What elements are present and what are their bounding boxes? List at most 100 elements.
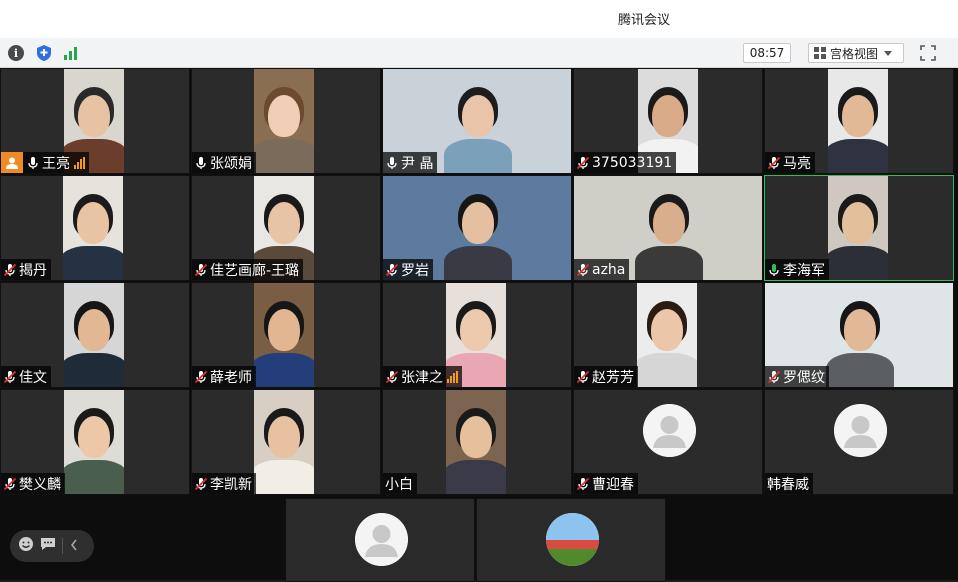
participant-name-tag: 佳文 (1, 366, 51, 387)
participant-name: 375033191 (592, 154, 673, 171)
microphone-muted-icon (767, 370, 781, 384)
participant-tile[interactable]: 小白 (382, 389, 572, 495)
participant-name-tag: 赵芳芳 (574, 366, 638, 387)
participant-tile[interactable]: 375033191 (573, 68, 763, 174)
microphone-muted-icon (194, 263, 208, 277)
participant-name-tag: 罗偲纹 (765, 366, 829, 387)
participant-tile[interactable]: 赵芳芳 (573, 282, 763, 388)
participant-name: 佳文 (19, 369, 47, 386)
participant-tile[interactable]: 韩春威 (764, 389, 954, 495)
participant-video (64, 283, 124, 387)
participant-video (828, 69, 888, 173)
participant-tile[interactable]: 薛老师 (191, 282, 381, 388)
participant-video (64, 390, 124, 494)
microphone-icon (26, 156, 40, 170)
participant-name: 佳艺画廊-王璐 (210, 262, 300, 279)
participant-name-tag: 韩春威 (765, 473, 813, 494)
participant-tile[interactable]: 马亮 (764, 68, 954, 174)
microphone-muted-icon (385, 263, 399, 277)
participant-tile[interactable]: azha (573, 175, 763, 281)
participant-name-tag: 佳艺画廊-王璐 (192, 259, 304, 280)
participant-tile[interactable]: 樊义麟 (0, 389, 190, 495)
participant-name: 揭丹 (19, 262, 47, 279)
participant-video (446, 390, 506, 494)
meeting-timer: 08:57 (743, 43, 791, 63)
participant-name: azha (592, 261, 626, 278)
default-avatar-icon (643, 404, 696, 457)
participant-name: 韩春威 (767, 476, 809, 493)
security-shield-icon[interactable] (35, 44, 53, 62)
participant-tile[interactable]: 佳文 (0, 282, 190, 388)
participant-name-tag: 樊义麟 (1, 473, 65, 494)
participant-name: 樊义麟 (19, 476, 61, 493)
participant-tile[interactable]: 李凯新 (191, 389, 381, 495)
divider (62, 538, 63, 554)
window-title: 腾讯会议 (617, 13, 670, 28)
network-signal-icon[interactable] (62, 44, 80, 62)
participant-tile[interactable]: 尹 晶 (382, 68, 572, 174)
participant-tile[interactable] (476, 498, 666, 582)
participant-name-tag: 薛老师 (192, 366, 256, 387)
info-icon[interactable]: i (7, 44, 25, 62)
participant-tile[interactable]: 揭丹 (0, 175, 190, 281)
video-grid: 王亮 张颂娟 尹 晶 375033191 马亮揭丹 佳艺画廊-王璐 罗岩 azha 李海军佳文 薛… (0, 68, 958, 582)
microphone-icon (194, 156, 208, 170)
microphone-muted-icon (194, 477, 208, 491)
chevron-left-icon[interactable] (69, 537, 79, 556)
participant-tile[interactable]: 佳艺画廊-王璐 (191, 175, 381, 281)
microphone-muted-icon (576, 156, 590, 170)
microphone-muted-icon (576, 370, 590, 384)
participant-name-tag: 罗岩 (383, 259, 433, 280)
participant-video (254, 69, 314, 173)
microphone-muted-icon (3, 370, 17, 384)
participant-name-tag: 375033191 (574, 152, 677, 173)
participant-tile[interactable]: 罗岩 (382, 175, 572, 281)
participant-name: 王亮 (42, 155, 70, 172)
participant-name-tag: 小白 (383, 473, 417, 494)
view-mode-label: 宫格视图 (830, 46, 879, 61)
participant-video (828, 176, 888, 280)
participant-tile[interactable]: 罗偲纹 (764, 282, 954, 388)
participant-name: 罗偲纹 (783, 369, 825, 386)
participant-tile[interactable]: 张颂娟 (191, 68, 381, 174)
participant-video (637, 283, 697, 387)
participant-name: 马亮 (783, 155, 811, 172)
participant-name-tag: 李凯新 (192, 473, 256, 494)
microphone-muted-icon (767, 156, 781, 170)
view-mode-dropdown[interactable]: 宫格视图 (808, 43, 904, 63)
chevron-down-icon (884, 50, 893, 56)
speaking-indicator-icon (74, 156, 85, 169)
participant-name-tag: 王亮 (1, 152, 89, 173)
meeting-toolbar: i 08:57 宫格视图 (0, 38, 958, 68)
participant-video (63, 176, 123, 280)
default-avatar-icon (834, 404, 887, 457)
participant-name-tag: 曹迎春 (574, 473, 638, 494)
participant-tile[interactable]: 李海军 (764, 175, 954, 281)
participant-name: 罗岩 (401, 262, 429, 279)
title-bar: 腾讯会议 (0, 0, 958, 38)
participant-name-tag: 尹 晶 (383, 152, 438, 173)
participant-name-tag: 揭丹 (1, 259, 51, 280)
participant-name: 张津之 (401, 369, 443, 386)
emoji-icon[interactable] (18, 536, 34, 556)
participant-name-tag: 马亮 (765, 152, 815, 173)
microphone-muted-icon (576, 477, 590, 491)
participant-name-tag: 李海军 (765, 259, 829, 280)
participant-tile[interactable]: 曹迎春 (573, 389, 763, 495)
microphone-muted-icon (194, 370, 208, 384)
fullscreen-icon[interactable] (920, 45, 936, 61)
chat-bubble-icon[interactable] (40, 536, 56, 556)
participant-tile[interactable]: 王亮 (0, 68, 190, 174)
participant-tile[interactable]: 张津之 (382, 282, 572, 388)
participant-name: 小白 (385, 476, 413, 493)
microphone-icon (385, 156, 399, 170)
participant-tile[interactable] (285, 498, 475, 582)
participant-name: 尹 晶 (401, 155, 434, 172)
participant-name: 曹迎春 (592, 476, 634, 493)
microphone-muted-icon (3, 263, 17, 277)
participant-name: 李海军 (783, 262, 825, 279)
grid-view-icon (814, 47, 826, 59)
participant-video (254, 283, 314, 387)
reaction-controls (10, 530, 94, 562)
microphone-muted-icon (3, 477, 17, 491)
